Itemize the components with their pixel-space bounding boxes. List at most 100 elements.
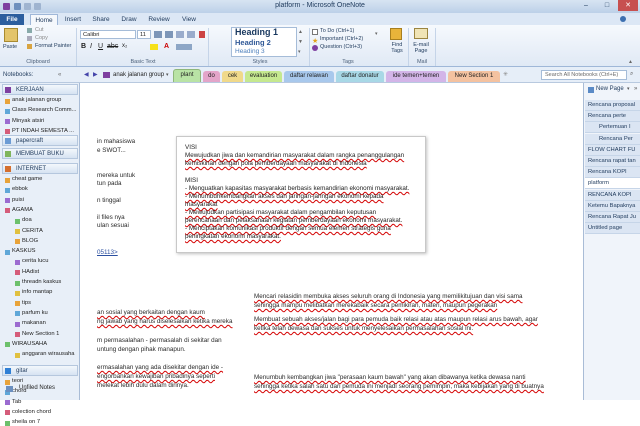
notebook-section-item[interactable]: cheat game <box>12 176 42 182</box>
notebook-section-item[interactable]: anak jalanan group <box>12 97 61 103</box>
find-tags-button[interactable]: Find Tags <box>387 42 407 54</box>
notebook-dropdown-icon[interactable]: ▾ <box>166 72 169 78</box>
page-item[interactable]: FLOW CHART FU <box>585 144 640 156</box>
font-size-select[interactable]: 11 <box>137 30 151 39</box>
cut-button[interactable]: Cut <box>35 27 44 33</box>
notebook-section-item[interactable]: PT INDAH SEMESTA ... <box>12 128 74 134</box>
maximize-button[interactable]: □ <box>597 0 617 11</box>
notebook-0[interactable]: KERJAAN <box>2 84 78 95</box>
collapse-pagelist-icon[interactable]: » <box>634 86 637 92</box>
tab-view[interactable]: View <box>176 14 202 25</box>
tab-share[interactable]: Share <box>88 14 114 25</box>
notebook-section-item[interactable]: ebbok <box>12 186 28 192</box>
tab-file[interactable]: File <box>0 14 24 25</box>
section-tab-7[interactable]: New Section 1 <box>448 71 500 82</box>
notebook-section-item[interactable]: parfum ku <box>22 310 48 316</box>
tab-draw[interactable]: Draw <box>116 14 142 25</box>
search-input[interactable]: Search All Notebooks (Ctrl+E) <box>541 70 627 80</box>
notebook-section-item[interactable]: AGAMA <box>12 207 33 213</box>
strikethrough-icon[interactable]: abc <box>107 43 118 50</box>
format-painter-button[interactable]: Format Painter <box>35 43 71 49</box>
tab-insert[interactable]: Insert <box>60 14 86 25</box>
notebook-section-item[interactable]: tips <box>22 300 31 306</box>
clear-format-icon[interactable] <box>199 31 205 38</box>
font-select[interactable]: Calibri <box>80 30 136 39</box>
back-arrow-icon[interactable]: ◀ <box>84 71 89 78</box>
underline-icon[interactable]: U <box>98 43 103 50</box>
email-page-button[interactable]: E-mail Page <box>410 42 432 54</box>
scroll-down-icon[interactable]: ▼ <box>298 39 303 45</box>
notebook-section-item[interactable]: Minyak atsiri <box>12 118 44 124</box>
highlight-icon[interactable] <box>150 44 158 50</box>
notebook-section-item[interactable]: doa <box>22 217 32 223</box>
paste-icon[interactable] <box>4 28 18 42</box>
section-tab-1[interactable]: do <box>203 71 220 82</box>
tab-review[interactable]: Review <box>144 14 174 25</box>
search-icon[interactable]: ⌕ <box>630 71 633 78</box>
new-section-icon[interactable]: ✳ <box>503 71 508 78</box>
new-page-button[interactable]: New Page <box>596 86 624 92</box>
visi-misi-note[interactable]: VISI Mewujudkan jiwa dan kemandirian mas… <box>176 136 426 253</box>
tags-more-icon[interactable]: ▾ <box>375 31 378 37</box>
notebook-section-item[interactable]: puisi <box>12 197 24 203</box>
align-icon[interactable] <box>176 44 192 50</box>
section-tab-5[interactable]: daftar donatur <box>336 71 384 82</box>
help-icon[interactable] <box>620 16 626 22</box>
tag-important[interactable]: Important (Ctrl+2) <box>320 36 363 42</box>
more-styles-icon[interactable]: ▾ <box>298 49 301 55</box>
close-button[interactable]: ✕ <box>618 0 638 11</box>
paste-button[interactable]: Paste <box>3 44 17 50</box>
collapse-pane-icon[interactable]: « <box>58 72 61 78</box>
font-color-icon[interactable]: A <box>164 43 169 50</box>
outdent-icon[interactable] <box>176 31 184 38</box>
page-item[interactable]: Rencana KOPI <box>585 167 640 179</box>
notebook-section-item[interactable]: HAdist <box>22 269 39 275</box>
notebook-section-item[interactable]: KASKUS <box>12 248 36 254</box>
notebook-1[interactable]: papercraft <box>2 135 78 146</box>
new-page-dropdown-icon[interactable]: ▾ <box>627 86 630 92</box>
collapse-ribbon-icon[interactable]: ▲ <box>628 59 633 65</box>
notebook-section-item[interactable]: BLOG <box>22 238 38 244</box>
page-item[interactable]: Rencana Per <box>585 133 640 145</box>
page-item[interactable]: RENCANA KOPI <box>585 189 640 201</box>
notebook-section-item[interactable]: sheila on 7 <box>12 419 40 425</box>
page-item[interactable]: Pertemuan I <box>585 122 640 134</box>
bold-icon[interactable]: B <box>81 43 86 50</box>
scroll-up-icon[interactable]: ▲ <box>298 29 303 35</box>
notebook-section-item[interactable]: cerita lucu <box>22 258 48 264</box>
style-heading-2[interactable]: Heading 2 <box>235 38 271 47</box>
section-tab-6[interactable]: ide temen+temen <box>386 71 446 82</box>
page-item[interactable]: Rencana Rapat Ju <box>585 212 640 223</box>
notebook-section-item[interactable]: colection chord <box>12 409 51 415</box>
unfiled-notes[interactable]: Unfiled Notes <box>19 385 55 391</box>
style-heading-1[interactable]: Heading 1 <box>235 27 278 37</box>
notebook-section-item[interactable]: threadn kaskus <box>22 279 61 285</box>
style-heading-3[interactable]: Heading 3 <box>235 48 265 55</box>
copy-button[interactable]: Copy <box>35 35 48 41</box>
page-item[interactable]: Rencana perte <box>585 111 640 123</box>
notebook-section-item[interactable]: Tab <box>12 399 21 405</box>
notebook-section-item[interactable]: New Section 1 <box>22 331 59 337</box>
page-item[interactable]: Ketemu Bapaknya <box>585 200 640 212</box>
tab-home[interactable]: Home <box>30 14 58 25</box>
notebook-section-item[interactable]: makanan <box>22 320 46 326</box>
notebook-section-item[interactable]: WIRAUSAHA <box>12 341 47 347</box>
notebook-4[interactable]: gitar <box>2 365 78 376</box>
section-tab-4[interactable]: daftar relawan <box>284 71 334 82</box>
notebook-2[interactable]: MEMBUAT BUKU <box>2 148 78 159</box>
notebook-section-item[interactable]: Class Research Comm... <box>12 107 76 113</box>
italic-icon[interactable]: I <box>90 43 92 50</box>
page-item[interactable]: platform <box>585 178 640 190</box>
notebook-3[interactable]: INTERNET <box>2 163 78 174</box>
page-item[interactable]: Rencana proposal <box>585 100 640 111</box>
bullets-icon[interactable] <box>154 31 162 38</box>
minimize-button[interactable]: – <box>576 0 596 11</box>
section-tab-3[interactable]: evaluation <box>245 71 282 82</box>
indent-icon[interactable] <box>187 31 195 38</box>
current-notebook[interactable]: anak jalanan group <box>113 72 164 78</box>
tag-todo[interactable]: To Do (Ctrl+1) <box>320 28 354 34</box>
forward-arrow-icon[interactable]: ▶ <box>93 71 98 78</box>
notebook-section-item[interactable]: CERITA <box>22 228 43 234</box>
notebook-section-item[interactable]: anggaran wirausaha <box>22 351 75 357</box>
page-item[interactable]: Untitled page <box>585 223 640 235</box>
